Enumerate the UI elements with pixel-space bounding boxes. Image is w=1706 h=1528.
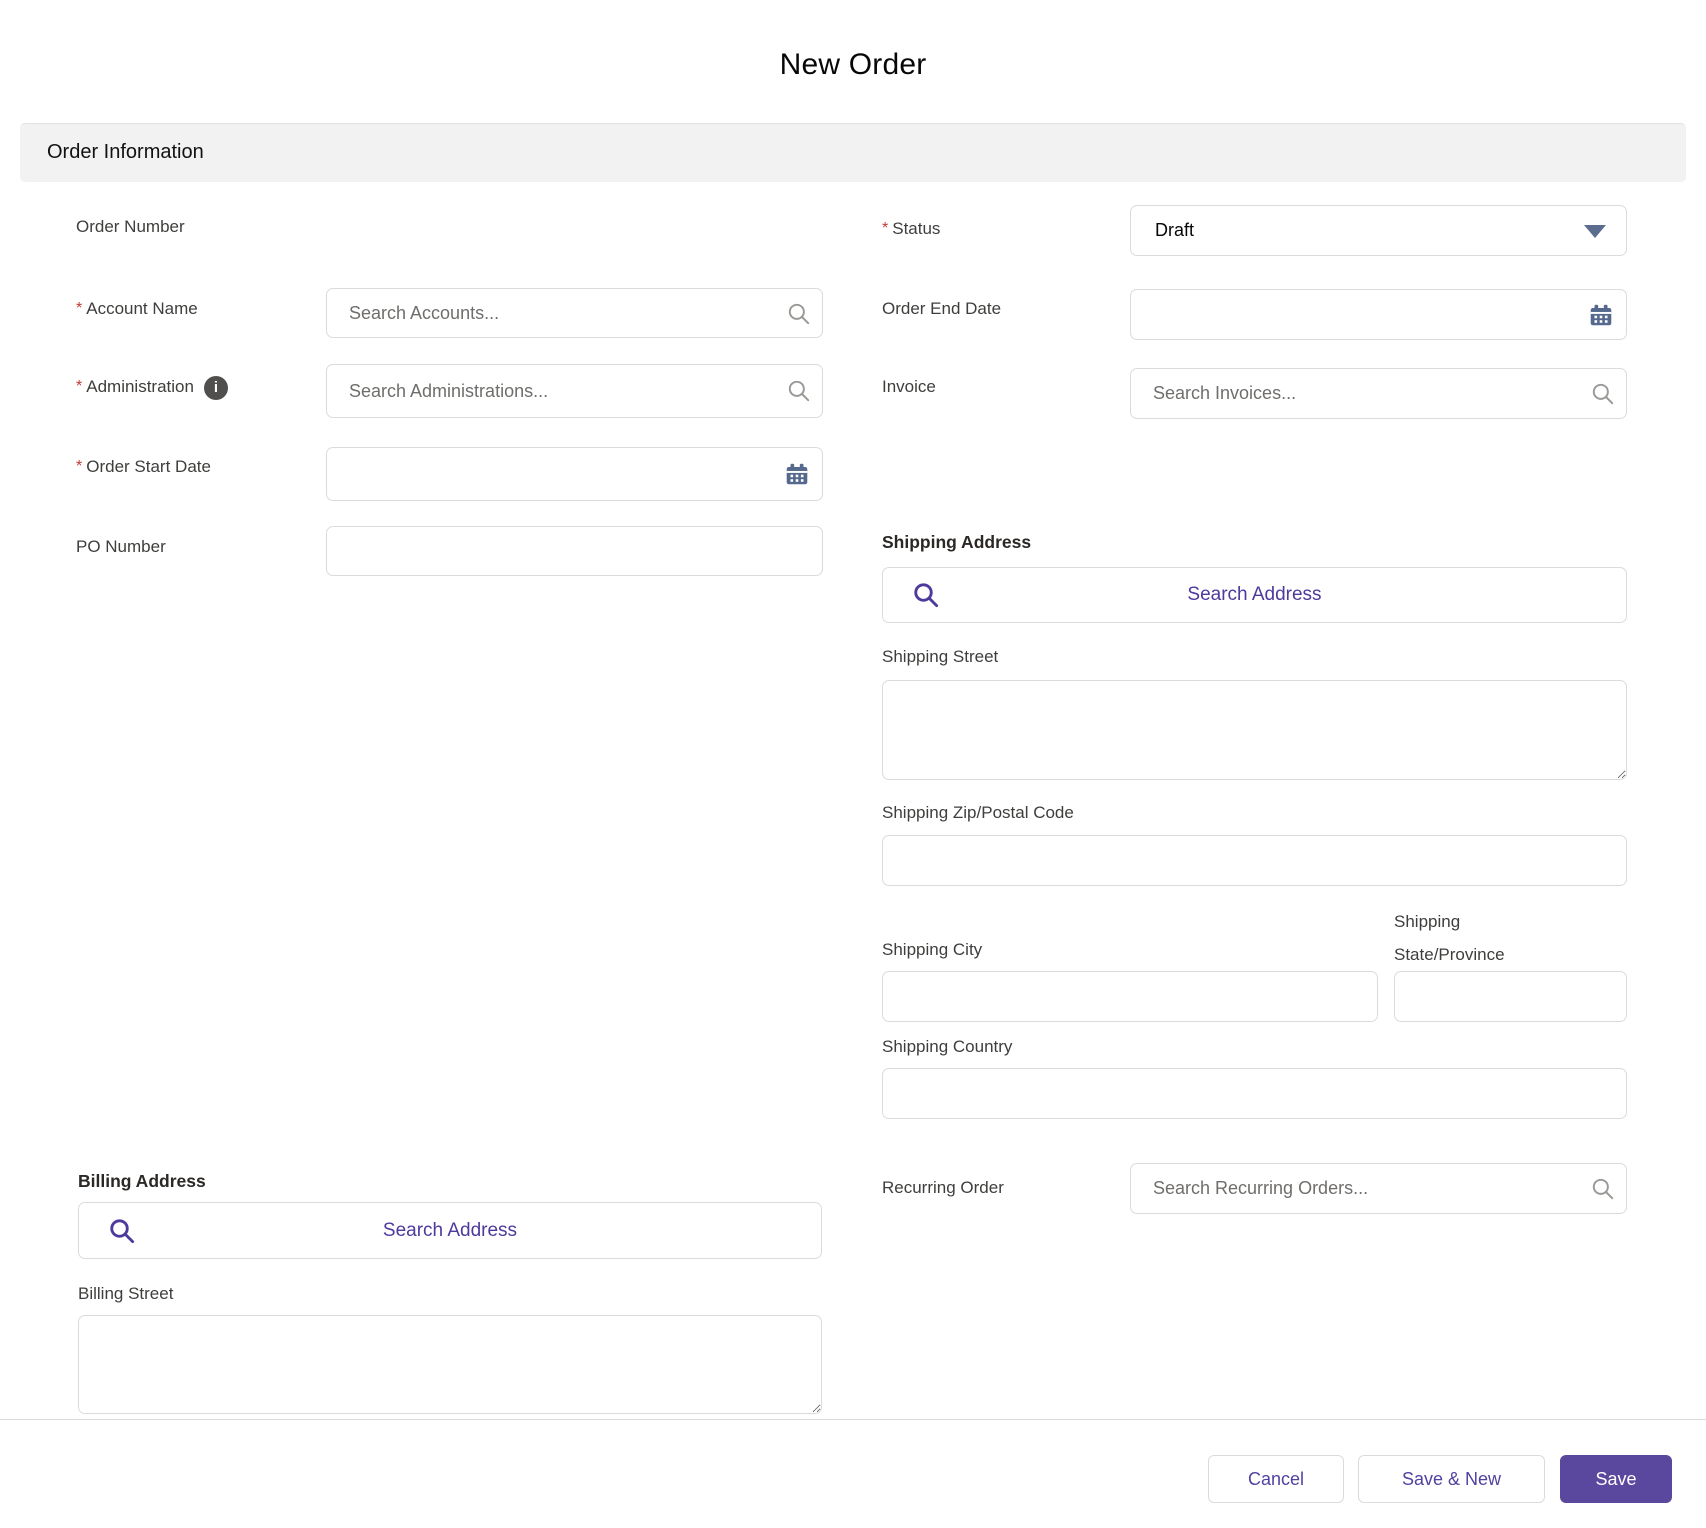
po-number-input[interactable] <box>326 526 823 576</box>
search-icon <box>914 583 939 608</box>
recurring-order-label: Recurring Order <box>882 1178 1004 1197</box>
shipping-search-address-button[interactable]: Search Address <box>882 567 1627 623</box>
status-select[interactable]: Draft <box>1130 205 1627 256</box>
shipping-zip-input[interactable] <box>882 835 1627 886</box>
shipping-country-label: Shipping Country <box>882 1037 1013 1056</box>
required-asterisk: * <box>76 378 83 395</box>
shipping-state-label: Shipping State/Province <box>1394 912 1505 964</box>
shipping-street-label: Shipping Street <box>882 647 999 666</box>
page-title: New Order <box>779 48 927 81</box>
administration-lookup-input[interactable] <box>326 364 823 418</box>
footer-divider <box>0 1419 1706 1420</box>
order-end-date-input[interactable] <box>1130 289 1627 340</box>
shipping-state-input[interactable] <box>1394 971 1627 1022</box>
status-selected-value: Draft <box>1155 220 1195 240</box>
shipping-street-textarea[interactable] <box>882 680 1627 780</box>
chevron-down-icon <box>1584 224 1606 238</box>
shipping-zip-label: Shipping Zip/Postal Code <box>882 803 1074 822</box>
order-end-date-label: Order End Date <box>882 299 1002 318</box>
shipping-city-label: Shipping City <box>882 940 983 959</box>
billing-street-textarea[interactable] <box>78 1315 822 1414</box>
required-asterisk: * <box>76 458 83 475</box>
billing-search-address-button[interactable]: Search Address <box>78 1202 822 1259</box>
invoice-lookup-input[interactable] <box>1130 368 1627 419</box>
shipping-address-header: Shipping Address <box>882 532 1032 552</box>
save-and-new-button[interactable]: Save & New <box>1358 1455 1545 1503</box>
info-icon[interactable]: i <box>203 375 228 400</box>
status-label: * Status <box>882 219 941 238</box>
order-number-label: Order Number <box>76 217 185 236</box>
cancel-button[interactable]: Cancel <box>1208 1455 1344 1503</box>
order-start-date-label: * Order Start Date <box>76 457 211 476</box>
shipping-city-input[interactable] <box>882 971 1378 1022</box>
order-start-date-input[interactable] <box>326 447 823 501</box>
account-name-label: * Account Name <box>76 299 198 318</box>
new-order-modal: New Order Order Information Order Number… <box>0 0 1706 1528</box>
search-icon <box>110 1218 135 1243</box>
shipping-country-input[interactable] <box>882 1068 1627 1119</box>
required-asterisk: * <box>882 220 889 237</box>
invoice-label: Invoice <box>882 377 936 396</box>
account-name-lookup-input[interactable] <box>326 288 823 338</box>
section-title: Order Information <box>47 141 204 163</box>
save-button[interactable]: Save <box>1560 1455 1672 1503</box>
required-asterisk: * <box>76 300 83 317</box>
billing-street-label: Billing Street <box>78 1284 174 1303</box>
recurring-order-lookup-input[interactable] <box>1130 1163 1627 1214</box>
section-order-information: Order Information <box>20 123 1686 182</box>
po-number-label: PO Number <box>76 537 166 556</box>
administration-label: * Administration i <box>76 375 228 400</box>
billing-address-header: Billing Address <box>78 1171 206 1191</box>
